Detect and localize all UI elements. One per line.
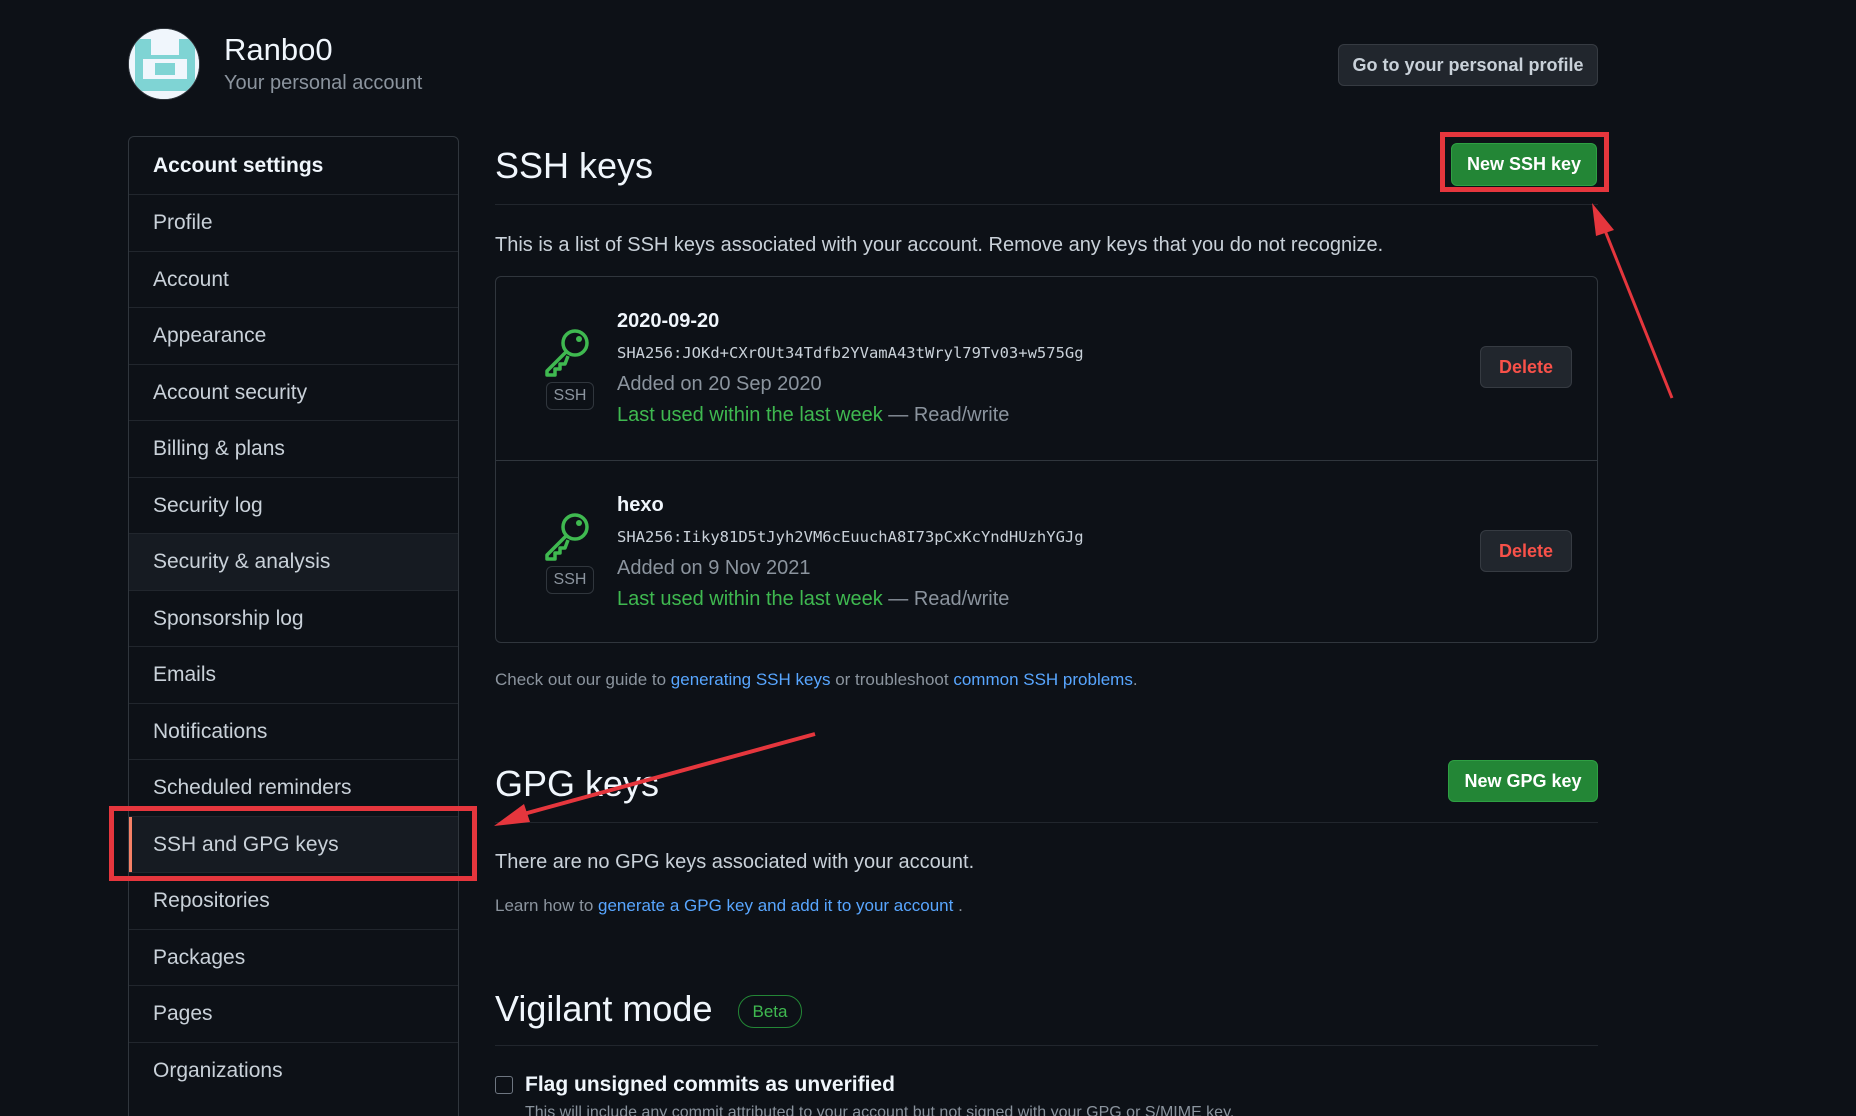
- ssh-key-row: SSH 2020-09-20 SHA256:JOKd+CXrOUt34Tdfb2…: [496, 277, 1597, 460]
- ssh-badge: SSH: [546, 566, 594, 594]
- avatar[interactable]: [128, 28, 200, 100]
- sidebar-item-billing-plans[interactable]: Billing & plans: [129, 420, 458, 477]
- ssh-divider: [495, 204, 1598, 205]
- key-added-date: Added on 20 Sep 2020: [617, 373, 822, 395]
- sidebar-item-account[interactable]: Account: [129, 251, 458, 308]
- key-title: 2020-09-20: [617, 310, 720, 332]
- sidebar-item-security-log[interactable]: Security log: [129, 477, 458, 534]
- generating-ssh-keys-link[interactable]: generating SSH keys: [671, 670, 831, 689]
- ssh-guide-mid: or troubleshoot: [830, 670, 954, 689]
- gpg-learn-suffix: .: [953, 896, 963, 915]
- common-ssh-problems-link[interactable]: common SSH problems: [953, 670, 1133, 689]
- sidebar-item-pages[interactable]: Pages: [129, 985, 458, 1042]
- ssh-guide-note: Check out our guide to generating SSH ke…: [495, 670, 1138, 690]
- key-usage: Last used within the last week — Read/wr…: [617, 404, 1009, 427]
- settings-page: Ranbo0 Your personal account Go to your …: [0, 0, 1856, 1116]
- ssh-guide-prefix: Check out our guide to: [495, 670, 671, 689]
- settings-sidebar: Account settings Profile Account Appeara…: [128, 136, 459, 1116]
- key-access: — Read/write: [882, 588, 1010, 610]
- sidebar-item-security-analysis[interactable]: Security & analysis: [129, 533, 458, 590]
- ssh-key-list: SSH 2020-09-20 SHA256:JOKd+CXrOUt34Tdfb2…: [495, 276, 1598, 643]
- annotation-box-new-ssh: [1440, 132, 1609, 192]
- vigilant-mode-heading: Vigilant mode: [495, 988, 713, 1029]
- vigilant-divider: [495, 1045, 1598, 1046]
- annotation-arrow-line: [1602, 227, 1674, 399]
- sidebar-item-organizations[interactable]: Organizations: [129, 1042, 458, 1099]
- ssh-guide-suffix: .: [1132, 670, 1138, 689]
- ssh-keys-heading: SSH keys: [495, 145, 654, 186]
- delete-key-button[interactable]: Delete: [1480, 346, 1572, 388]
- sidebar-item-profile[interactable]: Profile: [129, 194, 458, 251]
- key-icon: [545, 513, 589, 561]
- flag-unsigned-note: This will include any commit attributed …: [525, 1104, 1235, 1116]
- gpg-divider: [495, 822, 1598, 823]
- account-subtitle: Your personal account: [224, 72, 423, 94]
- gpg-keys-heading: GPG keys: [495, 763, 660, 804]
- gpg-learn-note: Learn how to generate a GPG key and add …: [495, 896, 963, 916]
- sidebar-item-emails[interactable]: Emails: [129, 646, 458, 703]
- sidebar-item-packages[interactable]: Packages: [129, 929, 458, 986]
- new-gpg-key-button[interactable]: New GPG key: [1448, 760, 1598, 802]
- gpg-empty-text: There are no GPG keys associated with yo…: [495, 851, 975, 873]
- annotation-arrowhead: [1592, 203, 1614, 236]
- generate-gpg-key-link[interactable]: generate a GPG key and add it to your ac…: [598, 896, 953, 915]
- key-usage: Last used within the last week — Read/wr…: [617, 588, 1009, 611]
- ssh-key-row: SSH hexo SHA256:Iiky81D5tJyh2VM6cEuuchA8…: [496, 460, 1597, 643]
- key-added-date: Added on 9 Nov 2021: [617, 557, 811, 579]
- beta-badge: Beta: [738, 995, 802, 1028]
- key-access: — Read/write: [882, 404, 1010, 426]
- delete-key-button[interactable]: Delete: [1480, 530, 1572, 572]
- key-fingerprint: SHA256:JOKd+CXrOUt34Tdfb2YVamA43tWryl79T…: [617, 344, 1084, 362]
- key-last-used: Last used within the last week: [617, 588, 883, 610]
- flag-unsigned-label[interactable]: Flag unsigned commits as unverified: [525, 1073, 895, 1097]
- key-fingerprint: SHA256:Iiky81D5tJyh2VM6cEuuchA8I73pCxKcY…: [617, 528, 1084, 546]
- sidebar-header-account-settings: Account settings: [153, 153, 324, 177]
- sidebar-item-notifications[interactable]: Notifications: [129, 703, 458, 760]
- gpg-learn-prefix: Learn how to: [495, 896, 599, 915]
- ssh-description: This is a list of SSH keys associated wi…: [495, 234, 1384, 256]
- identicon-image: [129, 29, 199, 99]
- ssh-badge: SSH: [546, 382, 594, 410]
- account-username[interactable]: Ranbo0: [224, 32, 333, 68]
- sidebar-item-sponsorship-log[interactable]: Sponsorship log: [129, 590, 458, 647]
- annotation-box-ssh-gpg: [109, 806, 477, 881]
- key-title: hexo: [617, 494, 664, 516]
- flag-unsigned-checkbox[interactable]: [495, 1076, 513, 1094]
- sidebar-item-appearance[interactable]: Appearance: [129, 307, 458, 364]
- sidebar-item-account-security[interactable]: Account security: [129, 364, 458, 421]
- key-last-used: Last used within the last week: [617, 404, 883, 426]
- go-to-profile-button[interactable]: Go to your personal profile: [1338, 44, 1598, 86]
- key-icon: [545, 329, 589, 377]
